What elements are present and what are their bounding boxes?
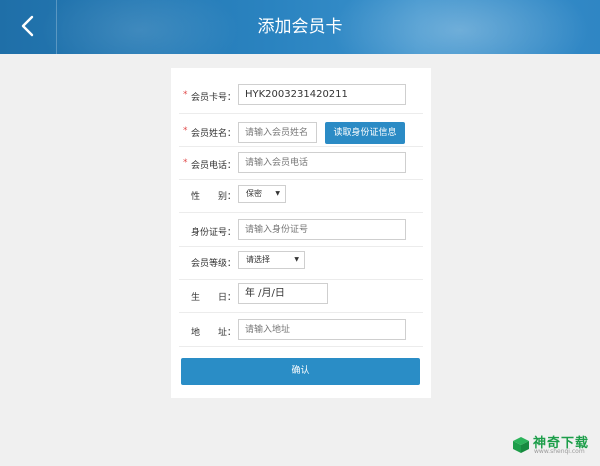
card-no-input[interactable] bbox=[238, 84, 406, 105]
header-glow bbox=[330, 0, 590, 54]
gender-row: 性 别： 保密 ▼ bbox=[179, 180, 423, 213]
phone-input[interactable] bbox=[238, 152, 406, 173]
address-label: 地 址： bbox=[191, 328, 237, 338]
card-no-label: 会员卡号： bbox=[191, 93, 237, 103]
watermark-url: www.shenqi.com bbox=[534, 448, 585, 455]
level-label: 会员等级： bbox=[191, 259, 237, 269]
birthday-value: 年 /月/日 bbox=[245, 288, 285, 299]
level-select[interactable]: 请选择 ▼ bbox=[238, 251, 305, 269]
back-button[interactable] bbox=[0, 0, 57, 54]
id-number-label: 身份证号： bbox=[191, 228, 237, 238]
id-number-row: 身份证号： bbox=[179, 213, 423, 247]
name-label: 会员姓名： bbox=[191, 129, 237, 139]
read-id-card-button[interactable]: 读取身份证信息 bbox=[325, 122, 405, 144]
id-number-input[interactable] bbox=[238, 219, 406, 240]
caret-down-icon: ▼ bbox=[294, 256, 299, 263]
gender-select[interactable]: 保密 ▼ bbox=[238, 185, 286, 203]
confirm-button[interactable]: 确认 bbox=[181, 358, 420, 385]
gender-label: 性 别： bbox=[191, 192, 237, 202]
birthday-label: 生 日： bbox=[191, 293, 237, 303]
required-mark: * bbox=[183, 126, 188, 136]
birthday-row: 生 日： 年 /月/日 bbox=[179, 280, 423, 313]
level-row: 会员等级： 请选择 ▼ bbox=[179, 247, 423, 280]
caret-down-icon: ▼ bbox=[275, 190, 280, 197]
required-mark: * bbox=[183, 158, 188, 168]
level-select-value: 请选择 bbox=[246, 255, 270, 264]
birthday-input[interactable]: 年 /月/日 bbox=[238, 283, 328, 304]
download-box-icon bbox=[513, 437, 529, 453]
card-no-row: * 会员卡号： bbox=[179, 80, 423, 114]
required-mark: * bbox=[183, 90, 188, 100]
member-card-form: * 会员卡号： * 会员姓名： 读取身份证信息 * 会员电话： 性 别： 保密 … bbox=[171, 68, 431, 398]
app-header: 添加会员卡 bbox=[0, 0, 600, 54]
phone-row: * 会员电话： bbox=[179, 147, 423, 180]
chevron-left-icon bbox=[21, 15, 34, 37]
watermark-logo: 神奇下载 www.shenqi.com bbox=[511, 432, 595, 456]
name-input[interactable] bbox=[238, 122, 317, 143]
address-row: 地 址： bbox=[179, 313, 423, 347]
gender-select-value: 保密 bbox=[246, 189, 262, 198]
phone-label: 会员电话： bbox=[191, 161, 237, 171]
header-glow-secondary bbox=[40, 0, 240, 54]
address-input[interactable] bbox=[238, 319, 406, 340]
